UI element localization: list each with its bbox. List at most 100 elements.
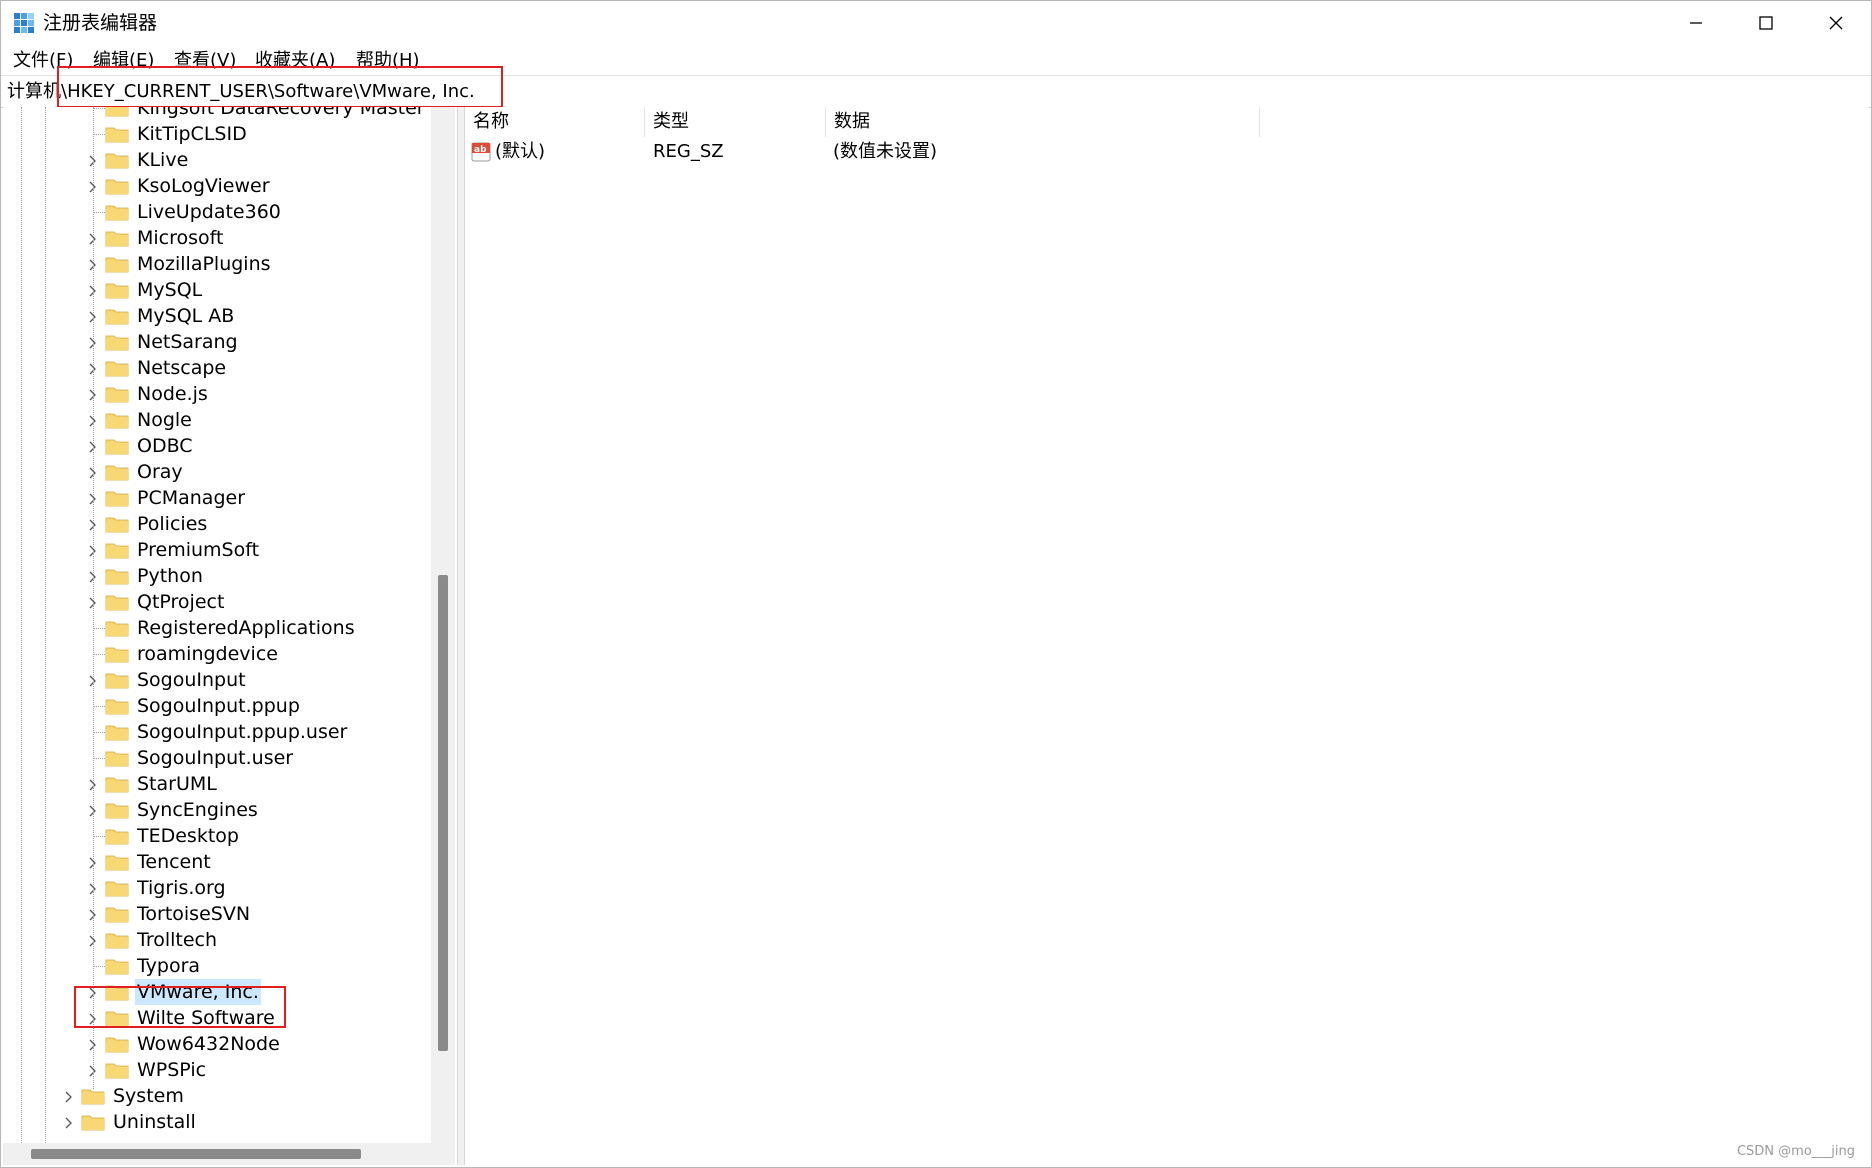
minimize-button[interactable] [1661, 1, 1731, 45]
tree-item[interactable]: LiveUpdate360 [105, 199, 283, 225]
tree-item[interactable]: KsoLogViewer [105, 173, 272, 199]
tree-item[interactable]: MySQL [105, 277, 204, 303]
tree-item[interactable]: KLive [105, 147, 190, 173]
tree-item[interactable]: MySQL AB [105, 303, 236, 329]
maximize-button[interactable] [1731, 1, 1801, 45]
tree-guide-connector [93, 732, 105, 733]
address-path[interactable]: 计算机\HKEY_CURRENT_USER\Software\VMware, I… [7, 80, 475, 104]
tree-item-label: roamingdevice [137, 643, 278, 665]
tree-item[interactable]: KitTipCLSID [105, 121, 249, 147]
folder-icon [105, 803, 129, 819]
tree-item[interactable]: TEDesktop [105, 823, 241, 849]
folder-icon [105, 517, 129, 533]
tree-item[interactable]: Python [105, 563, 205, 589]
tree-item[interactable]: Kingsoft DataRecovery Master [105, 107, 427, 121]
folder-icon [105, 569, 129, 585]
tree-vertical-scroll-thumb[interactable] [438, 575, 448, 1051]
tree-guide-connector [93, 108, 105, 109]
tree-item[interactable]: StarUML [105, 771, 219, 797]
folder-icon [105, 543, 129, 559]
close-icon [1829, 16, 1843, 30]
expand-chevron-icon[interactable] [62, 1115, 76, 1129]
tree-item-label: SogouInput [137, 669, 246, 691]
tree-guide-connector [93, 706, 105, 707]
tree-horizontal-scroll-thumb[interactable] [31, 1149, 361, 1159]
tree-item-label: MySQL [137, 279, 203, 301]
tree-item-label: Wow6432Node [137, 1033, 280, 1055]
tree-item[interactable]: SogouInput [105, 667, 248, 693]
tree-item[interactable]: WPSPic [105, 1057, 208, 1083]
tree-item[interactable]: Tigris.org [105, 875, 228, 901]
address-bar[interactable]: 计算机\HKEY_CURRENT_USER\Software\VMware, I… [1, 75, 1871, 108]
tree-item-label: Nogle [137, 409, 192, 431]
tree-item[interactable]: SogouInput.ppup [105, 693, 302, 719]
tree-item[interactable]: RegisteredApplications [105, 615, 357, 641]
tree-item[interactable]: roamingdevice [105, 641, 280, 667]
column-header-name[interactable]: 名称 [465, 107, 645, 137]
tree-item[interactable]: SogouInput.user [105, 745, 295, 771]
key-tree[interactable]: Kingsoft DataRecovery Master KitTipCLSID K… [3, 107, 459, 1165]
tree-item[interactable]: SyncEngines [105, 797, 260, 823]
tree-item[interactable]: Oray [105, 459, 185, 485]
tree-item-label: Policies [137, 513, 208, 535]
value-data: (数值未设置) [833, 141, 938, 162]
column-header-data[interactable]: 数据 [826, 107, 1260, 137]
menu-view[interactable]: 查看(V) [174, 49, 236, 73]
menu-edit[interactable]: 编辑(E) [93, 49, 154, 73]
menu-bar: 文件(F) 编辑(E) 查看(V) 收藏夹(A) 帮助(H) [1, 45, 1871, 75]
tree-horizontal-scrollbar[interactable] [3, 1143, 455, 1165]
folder-icon [105, 361, 129, 377]
tree-item-label: SogouInput.ppup [137, 695, 300, 717]
tree-item-label: MySQL AB [137, 305, 235, 327]
tree-item[interactable]: PremiumSoft [105, 537, 261, 563]
tree-item-label: RegisteredApplications [137, 617, 355, 639]
tree-item[interactable]: Typora [105, 953, 202, 979]
tree-item-label: SyncEngines [137, 799, 258, 821]
tree-item-label: TortoiseSVN [137, 903, 251, 925]
values-list[interactable]: 名称 类型 数据 ab (默认) REG_SZ (数值未设置) [465, 107, 1869, 1165]
registry-editor-icon [14, 13, 34, 33]
tree-item[interactable]: Uninstall [81, 1109, 198, 1135]
minimize-icon [1690, 22, 1702, 24]
pane-splitter[interactable] [457, 107, 465, 1165]
string-value-icon: ab [471, 142, 491, 162]
tree-item-label: Tigris.org [137, 877, 226, 899]
tree-item[interactable]: Wow6432Node [105, 1031, 282, 1057]
menu-help[interactable]: 帮助(H) [356, 49, 420, 73]
tree-item[interactable]: Netscape [105, 355, 228, 381]
folder-icon [105, 699, 129, 715]
tree-item[interactable]: Trolltech [105, 927, 219, 953]
tree-item[interactable]: Nogle [105, 407, 194, 433]
tree-item[interactable]: Node.js [105, 381, 210, 407]
tree-item[interactable]: Policies [105, 511, 209, 537]
folder-icon [105, 127, 129, 143]
tree-item[interactable]: TortoiseSVN [105, 901, 252, 927]
tree-item[interactable]: MozillaPlugins [105, 251, 273, 277]
tree-item[interactable]: NetSarang [105, 329, 240, 355]
close-button[interactable] [1801, 1, 1871, 45]
tree-item[interactable]: System [81, 1083, 186, 1109]
folder-icon [105, 387, 129, 403]
tree-item-label: Python [137, 565, 203, 587]
folder-icon [105, 439, 129, 455]
tree-item[interactable]: SogouInput.ppup.user [105, 719, 349, 745]
tree-item[interactable]: QtProject [105, 589, 226, 615]
tree-guide-line [45, 107, 46, 1143]
tree-item[interactable]: Wilte Software [105, 1005, 277, 1031]
menu-favorites[interactable]: 收藏夹(A) [255, 49, 335, 73]
menu-file[interactable]: 文件(F) [13, 49, 73, 73]
window-title: 注册表编辑器 [43, 12, 158, 34]
tree-item[interactable]: Microsoft [105, 225, 225, 251]
folder-icon [105, 647, 129, 663]
tree-item[interactable]: Tencent [105, 849, 213, 875]
tree-vertical-scrollbar[interactable] [431, 107, 455, 1143]
value-name: (默认) [495, 141, 546, 162]
folder-icon [105, 465, 129, 481]
column-header-type[interactable]: 类型 [645, 107, 826, 137]
expand-chevron-icon[interactable] [62, 1089, 76, 1103]
tree-item[interactable]: PCManager [105, 485, 247, 511]
tree-item[interactable]: VMware, Inc. [105, 979, 261, 1005]
tree-guide-line [93, 107, 94, 1089]
tree-item[interactable]: ODBC [105, 433, 195, 459]
folder-icon [105, 257, 129, 273]
